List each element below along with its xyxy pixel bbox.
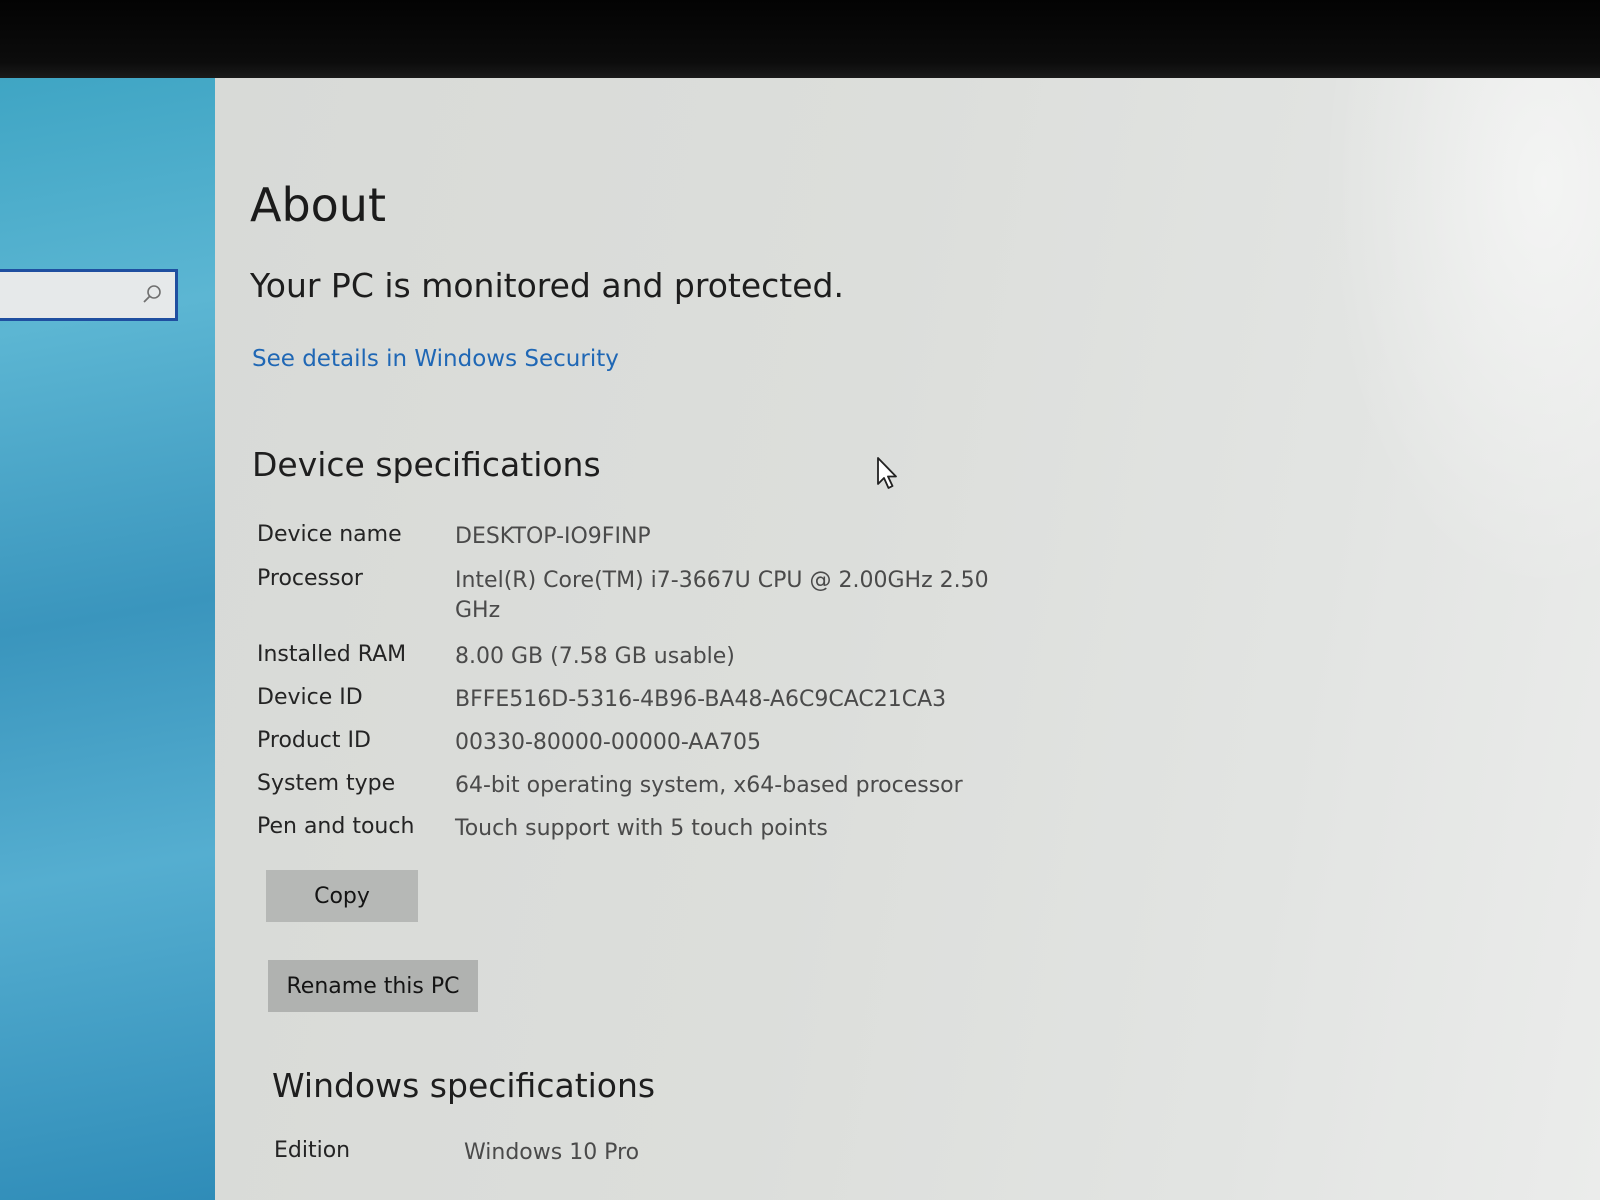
spec-value: BFFE516D-5316-4B96-BA48-A6C9CAC21CA3 [455,687,947,712]
spec-row-device-name: Device name DESKTOP-IO9FINP [257,522,1017,566]
protection-status: Your PC is monitored and protected. [250,266,844,305]
windows-specs-table: Edition Windows 10 Pro [274,1138,974,1182]
windows-specifications-heading: Windows specifications [272,1066,656,1105]
spec-row-system-type: System type 64-bit operating system, x64… [257,771,1017,814]
spec-value: Windows 10 Pro [464,1140,640,1165]
spec-label: Product ID [257,728,371,753]
settings-sidebar [0,78,215,1200]
spec-row-edition: Edition Windows 10 Pro [274,1138,974,1182]
rename-pc-button[interactable]: Rename this PC [268,960,478,1012]
spec-value: Touch support with 5 touch points [455,816,828,841]
windows-security-link[interactable]: See details in Windows Security [252,346,619,372]
spec-value: 64-bit operating system, x64-based proce… [455,773,963,798]
spec-value: Intel(R) Core(TM) i7-3667U CPU @ 2.00GHz… [455,568,989,623]
spec-row-device-id: Device ID BFFE516D-5316-4B96-BA48-A6C9CA… [257,685,1017,728]
page-title: About [250,178,387,232]
mouse-cursor-icon [877,457,897,489]
spec-label: Processor [257,566,363,591]
spec-value: DESKTOP-IO9FINP [455,524,651,549]
spec-label: Edition [274,1138,351,1163]
copy-button[interactable]: Copy [266,870,418,922]
device-specs-table: Device name DESKTOP-IO9FINP Processor In… [257,522,1017,857]
spec-label: Pen and touch [257,814,415,839]
device-specifications-heading: Device specifications [252,445,601,484]
spec-row-installed-ram: Installed RAM 8.00 GB (7.58 GB usable) [257,642,1017,685]
spec-label: System type [257,771,396,796]
spec-label: Device name [257,522,402,547]
monitor-bezel [0,0,1600,78]
spec-row-product-id: Product ID 00330-80000-00000-AA705 [257,728,1017,771]
spec-row-pen-and-touch: Pen and touch Touch support with 5 touch… [257,814,1017,857]
spec-value: 8.00 GB (7.58 GB usable) [455,644,735,669]
spec-value: 00330-80000-00000-AA705 [455,730,761,755]
search-icon[interactable] [141,283,163,305]
spec-label: Device ID [257,685,363,710]
spec-label: Installed RAM [257,642,407,667]
spec-row-processor: Processor Intel(R) Core(TM) i7-3667U CPU… [257,566,1017,642]
search-input[interactable] [0,269,178,321]
